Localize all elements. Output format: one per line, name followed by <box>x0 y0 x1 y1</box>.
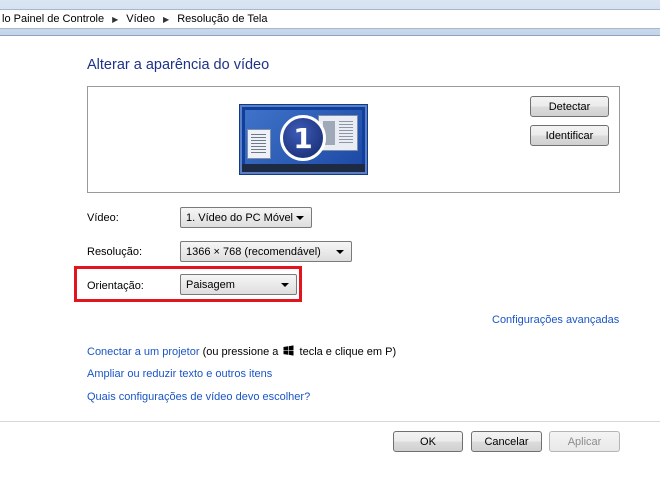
breadcrumb-video[interactable]: Vídeo <box>126 13 155 25</box>
orientation-select-value: Paisagem <box>186 278 235 291</box>
projector-hint-before: (ou pressione a <box>202 346 279 358</box>
video-select[interactable]: 1. Vídeo do PC Móvel <box>180 207 312 228</box>
projector-line: Conectar a um projetor (ou pressione a t… <box>87 345 396 358</box>
monitor-preview-area: 1 Detectar Identificar <box>87 86 620 193</box>
monitor-number-badge: 1 <box>280 115 326 161</box>
cancel-button[interactable]: Cancelar <box>471 431 542 452</box>
chevron-down-icon <box>281 283 289 287</box>
footer-divider <box>0 421 660 422</box>
detect-button[interactable]: Detectar <box>530 96 609 117</box>
advanced-settings-link[interactable]: Configurações avançadas <box>492 314 619 326</box>
which-settings-link[interactable]: Quais configurações de vídeo devo escolh… <box>87 391 310 403</box>
windows-logo-icon <box>283 345 294 356</box>
video-label: Vídeo: <box>87 212 119 224</box>
taskbar <box>242 164 365 172</box>
resolution-select-value: 1366 × 768 (recomendável) <box>186 245 321 258</box>
projector-hint-after: tecla e clique em P) <box>299 346 397 358</box>
chevron-down-icon <box>296 216 304 220</box>
breadcrumb-control-panel[interactable]: lo Painel de Controle <box>2 13 104 25</box>
text-size-link[interactable]: Ampliar ou reduzir texto e outros itens <box>87 368 272 380</box>
monitor-1-thumbnail[interactable]: 1 <box>240 105 367 174</box>
apply-button[interactable]: Aplicar <box>549 431 620 452</box>
breadcrumb-arrow-icon[interactable]: ▶ <box>112 15 118 24</box>
resolution-select[interactable]: 1366 × 768 (recomendável) <box>180 241 352 262</box>
orientation-label: Orientação: <box>87 280 144 292</box>
breadcrumb-arrow-icon[interactable]: ▶ <box>163 15 169 24</box>
breadcrumb-screen-resolution[interactable]: Resolução de Tela <box>177 13 267 25</box>
page-title: Alterar a aparência do vídeo <box>87 57 270 73</box>
orientation-select[interactable]: Paisagem <box>180 274 297 295</box>
address-bar: lo Painel de Controle ▶ Vídeo ▶ Resoluçã… <box>0 0 660 36</box>
ok-button[interactable]: OK <box>393 431 463 452</box>
identify-button[interactable]: Identificar <box>530 125 609 146</box>
resolution-label: Resolução: <box>87 246 143 258</box>
connect-projector-link[interactable]: Conectar a um projetor <box>87 346 200 358</box>
window-thumbnail-icon <box>247 129 271 159</box>
chevron-down-icon <box>336 250 344 254</box>
breadcrumb: lo Painel de Controle ▶ Vídeo ▶ Resoluçã… <box>0 9 660 29</box>
video-select-value: 1. Vídeo do PC Móvel <box>186 211 294 224</box>
